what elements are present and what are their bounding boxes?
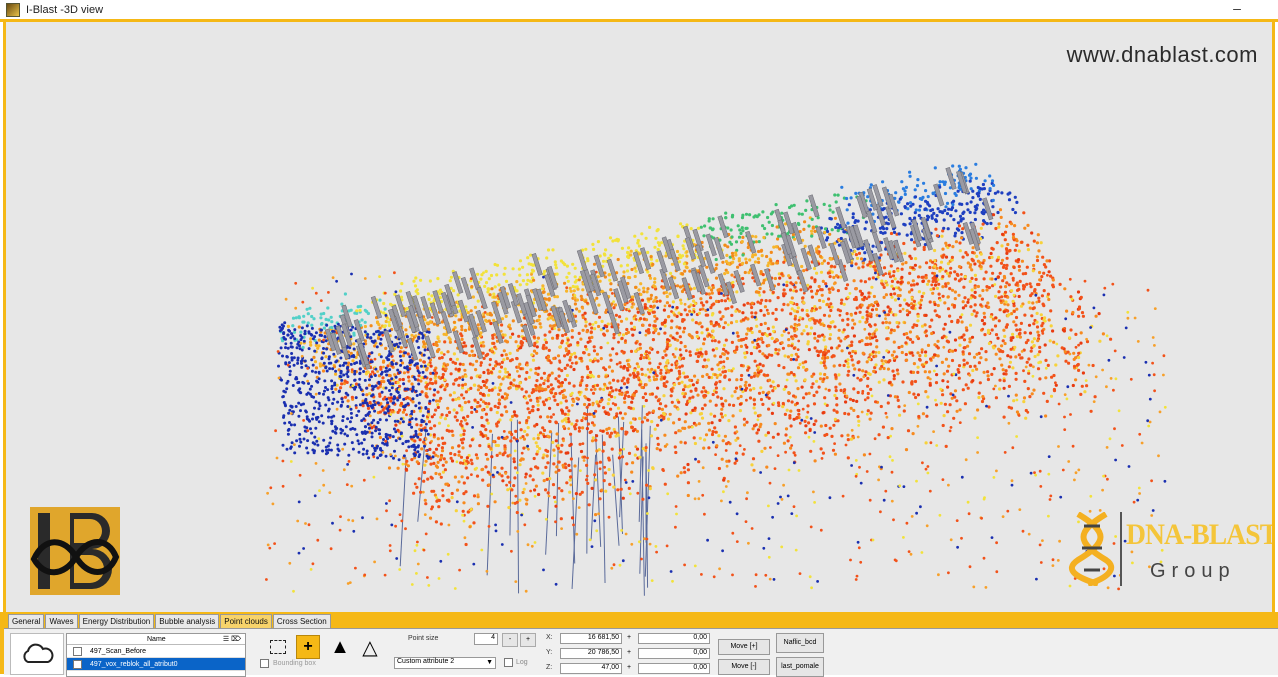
ib-logo bbox=[30, 507, 120, 595]
3d-viewport[interactable]: www.dnablast.com DNA-BLAST Group bbox=[3, 22, 1275, 612]
x-offset-input[interactable]: 0,00 bbox=[638, 633, 710, 644]
z-plus-sign: + bbox=[627, 664, 631, 671]
z-offset-input[interactable]: 0,00 bbox=[638, 663, 710, 674]
list-item[interactable]: 497_Scan_Before bbox=[67, 645, 245, 658]
tab-point-clouds[interactable]: Point clouds bbox=[220, 614, 272, 629]
rect-select-button[interactable] bbox=[266, 635, 290, 659]
x-label: X: bbox=[546, 634, 553, 641]
cloud-list[interactable]: Name ☰ ⌦ 497_Scan_Before 497_vox_reblok_… bbox=[66, 633, 246, 677]
z-label: Z: bbox=[546, 664, 552, 671]
list-item-label: 497_Scan_Before bbox=[90, 648, 146, 655]
cloud-button[interactable] bbox=[10, 633, 64, 675]
y-label: Y: bbox=[546, 649, 552, 656]
app-icon bbox=[6, 3, 20, 17]
move-plus-button[interactable]: Move [+] bbox=[718, 639, 770, 655]
point-size-input[interactable]: 4 bbox=[474, 633, 498, 645]
y-offset-input[interactable]: 0,00 bbox=[638, 648, 710, 659]
website-watermark: www.dnablast.com bbox=[1067, 42, 1258, 68]
dna-blast-logo: DNA-BLAST Group bbox=[1068, 512, 1268, 592]
y-plus-sign: + bbox=[627, 649, 631, 656]
add-point-button[interactable]: + bbox=[296, 635, 320, 659]
tab-general[interactable]: General bbox=[8, 614, 44, 629]
x-plus-sign: + bbox=[627, 634, 631, 641]
outline-triangle-button[interactable]: △ bbox=[358, 635, 382, 659]
move-minus-button[interactable]: Move [-] bbox=[718, 659, 770, 675]
tab-energy-distribution[interactable]: Energy Distribution bbox=[79, 614, 155, 629]
action-button-bottom[interactable]: last_pomale bbox=[776, 657, 824, 677]
bounding-box-check[interactable] bbox=[260, 659, 269, 668]
solid-triangle-button[interactable]: ▲ bbox=[328, 635, 352, 659]
list-header-icons[interactable]: ☰ ⌦ bbox=[223, 635, 241, 643]
log-label: Log bbox=[516, 659, 528, 666]
point-size-label: Point size bbox=[408, 635, 438, 642]
x-coordinate-input[interactable]: 16 681,50 bbox=[560, 633, 622, 644]
dashed-rectangle-icon bbox=[270, 640, 286, 654]
tab-waves[interactable]: Waves bbox=[45, 614, 77, 629]
list-item-label: 497_vox_reblok_all_atribut0 bbox=[90, 661, 178, 668]
tab-bar: General Waves Energy Distribution Bubble… bbox=[8, 614, 331, 629]
window-title: I-Blast -3D view bbox=[26, 4, 103, 16]
control-strip: General Waves Energy Distribution Bubble… bbox=[0, 612, 1278, 674]
point-clouds-panel: Name ☰ ⌦ 497_Scan_Before 497_vox_reblok_… bbox=[4, 628, 1278, 675]
action-button-top[interactable]: Naflic_bcd bbox=[776, 633, 824, 653]
list-item-checkbox[interactable] bbox=[73, 647, 82, 656]
y-coordinate-input[interactable]: 20 786,50 bbox=[560, 648, 622, 659]
z-coordinate-input[interactable]: 47,00 bbox=[560, 663, 622, 674]
list-header-name: Name bbox=[147, 636, 166, 643]
list-item[interactable]: 497_vox_reblok_all_atribut0 bbox=[67, 658, 245, 671]
list-item-checkbox[interactable] bbox=[73, 660, 82, 669]
attribute-select[interactable]: Custom attribute 2 ▼ bbox=[394, 657, 496, 669]
tab-bubble-analysis[interactable]: Bubble analysis bbox=[155, 614, 219, 629]
log-checkbox[interactable]: Log bbox=[504, 658, 528, 667]
log-check[interactable] bbox=[504, 658, 513, 667]
bounding-box-label: Bounding box bbox=[273, 660, 316, 667]
point-size-increase-button[interactable]: + bbox=[520, 633, 536, 647]
list-header: Name ☰ ⌦ bbox=[67, 634, 245, 645]
logo-name: DNA-BLAST bbox=[1126, 518, 1275, 552]
logo-subtitle: Group bbox=[1150, 560, 1236, 583]
minimize-button[interactable]: – bbox=[1230, 2, 1244, 16]
attribute-select-value: Custom attribute 2 bbox=[397, 658, 454, 665]
tab-cross-section[interactable]: Cross Section bbox=[273, 614, 331, 629]
chevron-down-icon: ▼ bbox=[486, 659, 493, 666]
bounding-box-checkbox[interactable]: Bounding box bbox=[260, 659, 316, 668]
cloud-icon bbox=[20, 643, 54, 665]
logo-divider bbox=[1120, 512, 1122, 586]
point-size-decrease-button[interactable]: - bbox=[502, 633, 518, 647]
dna-helix-icon bbox=[1068, 512, 1118, 586]
title-bar: I-Blast -3D view – bbox=[0, 0, 1278, 22]
